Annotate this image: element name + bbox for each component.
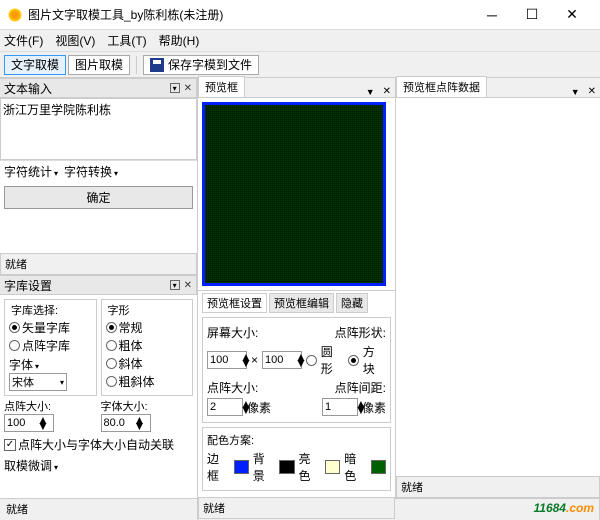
auto-link-label: 点阵大小与字体大小自动关联 xyxy=(18,436,174,453)
border-color-swatch[interactable] xyxy=(234,460,249,474)
tab-preview-hide[interactable]: 隐藏 xyxy=(336,293,368,313)
menu-tool[interactable]: 工具(T) xyxy=(107,32,146,49)
save-icon xyxy=(150,58,164,72)
font-settings-title: 字库设置 xyxy=(4,277,170,294)
font-size-label: 字体大小: xyxy=(101,398,194,414)
confirm-button[interactable]: 确定 xyxy=(4,186,193,209)
dot-gap-spin[interactable]: ▲▼ xyxy=(322,398,358,416)
pin-icon[interactable]: ▾ xyxy=(170,83,180,93)
radio-bold[interactable] xyxy=(106,340,117,351)
save-font-label: 保存字模到文件 xyxy=(168,56,252,73)
left-status-1: 就绪 xyxy=(0,253,197,275)
chevron-down-icon[interactable]: ▼ xyxy=(567,87,584,97)
bg-color-swatch[interactable] xyxy=(279,460,294,474)
light-color-swatch[interactable] xyxy=(325,460,340,474)
dot-data-area[interactable] xyxy=(396,98,600,476)
toolbar-separator xyxy=(136,56,137,74)
tab-preview[interactable]: 预览框 xyxy=(198,76,245,97)
char-stat-link[interactable]: 字符统计▾ xyxy=(4,163,58,180)
lib-select-label: 字库选择: xyxy=(9,302,92,318)
dark-color-swatch[interactable] xyxy=(371,460,386,474)
screen-size-label: 屏幕大小: xyxy=(207,324,258,341)
radio-bold-italic[interactable] xyxy=(106,376,117,387)
radio-italic[interactable] xyxy=(106,358,117,369)
dot-shape-label: 点阵形状: xyxy=(335,324,386,341)
char-conv-link[interactable]: 字符转换▾ xyxy=(64,163,118,180)
radio-bitmap[interactable] xyxy=(9,340,20,351)
menu-file[interactable]: 文件(F) xyxy=(4,32,43,49)
minimize-button[interactable]: ─ xyxy=(472,1,512,29)
menu-view[interactable]: 视图(V) xyxy=(55,32,95,49)
fine-tune-link[interactable]: 取模微调▾ xyxy=(4,459,58,473)
close-button[interactable]: ✕ xyxy=(552,1,592,29)
font-size-spin[interactable]: ▲▼ xyxy=(101,414,151,432)
color-scheme-label: 配色方案: xyxy=(207,432,386,448)
maximize-button[interactable]: ☐ xyxy=(512,1,552,29)
image-mode-button[interactable]: 图片取模 xyxy=(68,55,130,75)
dot-size-spin[interactable]: ▲▼ xyxy=(4,414,54,432)
tab-dot-data[interactable]: 预览框点阵数据 xyxy=(396,76,487,97)
panel-close-icon[interactable]: ✕ xyxy=(584,86,600,97)
menu-help[interactable]: 帮助(H) xyxy=(159,32,200,49)
app-icon xyxy=(8,8,22,22)
dot-size-label: 点阵大小: xyxy=(4,398,97,414)
window-title: 图片文字取模工具_by陈利栋(未注册) xyxy=(28,6,472,23)
chevron-down-icon[interactable]: ▼ xyxy=(362,87,379,97)
dot-size2-label: 点阵大小: xyxy=(207,379,258,396)
tab-preview-settings[interactable]: 预览框设置 xyxy=(202,293,267,313)
text-input-area[interactable]: 浙江万里学院陈利栋 xyxy=(0,98,197,160)
radio-regular[interactable] xyxy=(106,322,117,333)
dot-size2-spin[interactable]: ▲▼ xyxy=(207,398,243,416)
panel-close-icon[interactable]: ✕ xyxy=(379,86,395,97)
screen-h-spin[interactable]: ▲▼ xyxy=(262,351,302,369)
panel-close-icon[interactable]: ✕ xyxy=(184,83,192,94)
save-font-button[interactable]: 保存字模到文件 xyxy=(143,55,259,75)
radio-vector[interactable] xyxy=(9,322,20,333)
glyph-label: 字形 xyxy=(106,302,189,318)
screen-w-spin[interactable]: ▲▼ xyxy=(207,351,247,369)
panel-close-icon[interactable]: ✕ xyxy=(184,280,192,291)
radio-square[interactable] xyxy=(348,355,359,366)
watermark: 11684.com xyxy=(534,492,595,518)
font-settings-header: 字库设置 ▾ ✕ xyxy=(0,275,197,295)
radio-circle[interactable] xyxy=(306,355,317,366)
text-input-title: 文本输入 xyxy=(4,80,170,97)
font-combo[interactable]: 宋体▾ xyxy=(9,373,67,391)
text-mode-button[interactable]: 文字取模 xyxy=(4,55,66,75)
pin-icon[interactable]: ▾ xyxy=(170,280,180,290)
preview-canvas[interactable] xyxy=(202,102,386,286)
tab-preview-edit[interactable]: 预览框编辑 xyxy=(269,293,334,313)
dot-gap-label: 点阵间距: xyxy=(335,379,386,396)
auto-link-checkbox[interactable]: ✓ xyxy=(4,439,16,451)
text-input-header: 文本输入 ▾ ✕ xyxy=(0,78,197,98)
statusbar-left: 就绪 xyxy=(0,499,198,520)
